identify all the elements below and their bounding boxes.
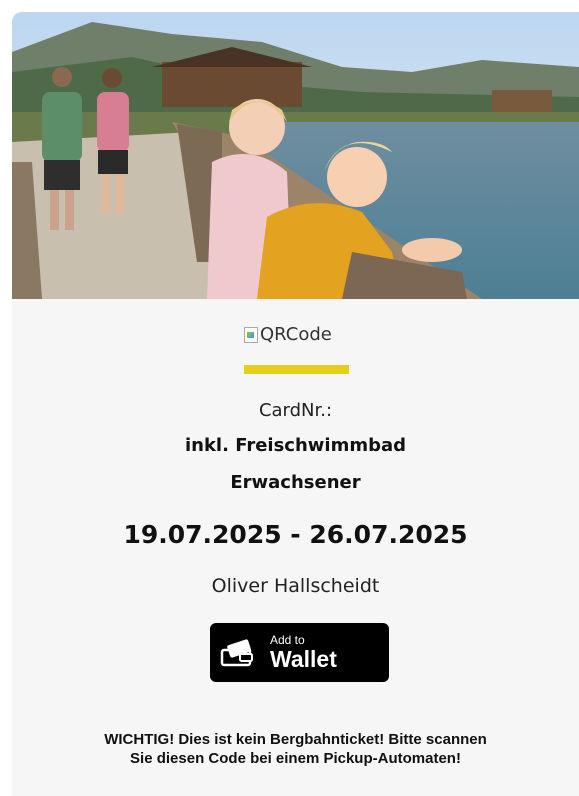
add-to-wallet-button[interactable]: Add to Wallet (210, 623, 389, 682)
card-holder-name: Oliver Hallscheidt (211, 575, 380, 597)
broken-image-icon (244, 326, 258, 343)
hero-photo (12, 12, 579, 299)
hero-photo-illustration (12, 12, 579, 299)
accent-bar (244, 365, 349, 374)
wallet-button-line1: Add to (270, 633, 305, 647)
product-name: inkl. Freischwimmbad (184, 435, 407, 456)
ticket-category: Erwachsener (230, 472, 361, 493)
warning-line-2: Sie diesen Code bei einem Pickup-Automat… (130, 750, 461, 767)
wallet-icon (220, 638, 253, 666)
warning-text: WICHTIG! Dies ist kein Bergbahnticket! B… (12, 730, 579, 768)
validity-dates: 19.07.2025 - 26.07.2025 (123, 520, 468, 549)
qr-code-image: QRCode (244, 324, 332, 345)
warning-line-1: WICHTIG! Dies ist kein Bergbahnticket! B… (104, 731, 487, 748)
card-number-label: CardNr.: (258, 400, 333, 421)
ticket-card: QRCode CardNr.: inkl. Freischwimmbad Erw… (12, 12, 579, 796)
wallet-button-line2: Wallet (270, 646, 337, 672)
qr-code-alt-text: QRCode (260, 324, 332, 345)
